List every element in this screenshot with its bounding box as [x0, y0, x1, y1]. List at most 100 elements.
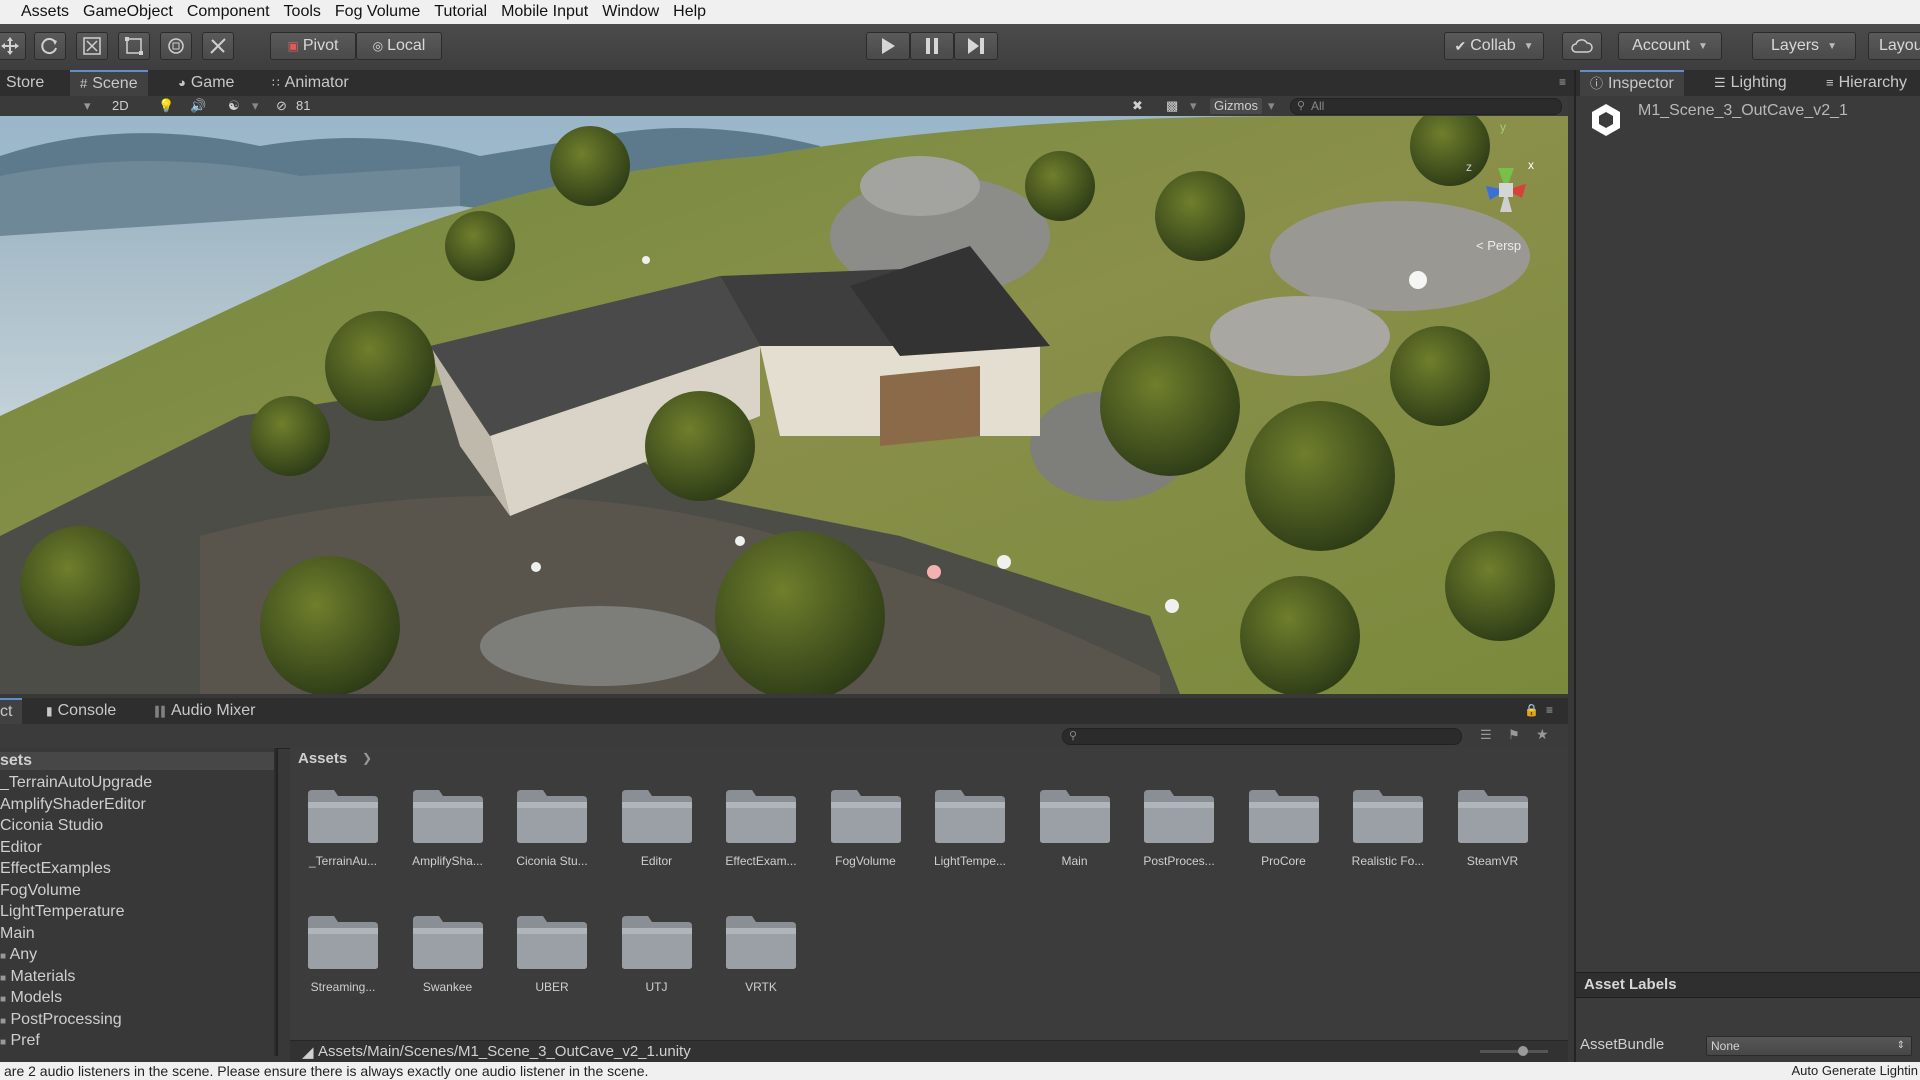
step-button[interactable]: [954, 32, 998, 60]
folder-item[interactable]: Realistic Fo...: [1343, 788, 1433, 868]
menu-mobile-input[interactable]: Mobile Input: [494, 0, 595, 24]
breadcrumb-assets[interactable]: Assets: [298, 750, 347, 767]
hierarchy-icon: ≡: [1826, 75, 1834, 90]
tree-item[interactable]: EffectExamples: [0, 860, 111, 878]
menu-tools[interactable]: Tools: [277, 0, 328, 24]
tab-project[interactable]: ct: [0, 698, 23, 724]
speaker-icon[interactable]: 🔊: [190, 98, 206, 114]
tab-asset-store[interactable]: Store: [0, 70, 54, 96]
panel-menu-icon[interactable]: ≡: [1559, 75, 1566, 89]
scene-viewport[interactable]: y x z < Persp: [0, 116, 1568, 694]
rect-tool-button[interactable]: [118, 32, 150, 60]
tree-item[interactable]: ■ Materials: [0, 968, 75, 986]
pivot-toggle[interactable]: ▣ Pivot: [270, 32, 356, 60]
tab-hierarchy[interactable]: ≡ Hierarchy: [1816, 70, 1917, 96]
menu-fog-volume[interactable]: Fog Volume: [328, 0, 427, 24]
custom-tool-button[interactable]: [202, 32, 234, 60]
tree-item[interactable]: FogVolume: [0, 882, 81, 900]
folder-item[interactable]: _TerrainAu...: [298, 788, 388, 868]
projection-toggle[interactable]: < Persp: [1476, 238, 1521, 253]
2d-toggle[interactable]: 2D: [112, 98, 129, 114]
tree-item[interactable]: LightTemperature: [0, 903, 125, 921]
tree-scrollbar[interactable]: [274, 748, 276, 1056]
tab-lighting[interactable]: ☰ Lighting: [1704, 70, 1797, 96]
asset-labels-header[interactable]: Asset Labels: [1576, 972, 1920, 998]
tree-item[interactable]: AmplifyShaderEditor: [0, 796, 146, 814]
camera-icon[interactable]: ▩: [1166, 98, 1178, 114]
folder-item[interactable]: LightTempe...: [925, 788, 1015, 868]
assetbundle-dropdown[interactable]: None ⇕: [1706, 1036, 1912, 1056]
folder-item[interactable]: EffectExam...: [716, 788, 806, 868]
tree-item[interactable]: ■ Pref: [0, 1032, 40, 1050]
hidden-objects-icon[interactable]: ⊘: [276, 98, 287, 114]
chevron-down-icon[interactable]: ▾: [84, 98, 91, 114]
local-toggle[interactable]: ◎ Local: [356, 32, 442, 60]
folder-item[interactable]: SteamVR: [1448, 788, 1538, 868]
layout-dropdown[interactable]: Layou: [1868, 32, 1920, 60]
tab-animator[interactable]: ∷ Animator: [262, 70, 359, 96]
effects-icon[interactable]: ☯: [228, 98, 240, 114]
menu-tutorial[interactable]: Tutorial: [427, 0, 494, 24]
layers-dropdown[interactable]: Layers ▼: [1752, 32, 1856, 60]
tab-label: Lighting: [1730, 74, 1787, 91]
status-message[interactable]: are 2 audio listeners in the scene. Plea…: [4, 1062, 648, 1080]
menu-component[interactable]: Component: [180, 0, 277, 24]
chevron-down-icon[interactable]: ▾: [252, 98, 259, 114]
scene-search-input[interactable]: ⚲ All: [1290, 98, 1562, 115]
menu-gameobject[interactable]: GameObject: [76, 0, 180, 24]
move-tool-button[interactable]: [0, 32, 26, 60]
tree-item[interactable]: Editor: [0, 839, 42, 857]
folder-item[interactable]: UTJ: [612, 914, 702, 994]
filter-type-icon[interactable]: ☰: [1480, 727, 1492, 743]
menu-window[interactable]: Window: [595, 0, 666, 24]
tools-icon[interactable]: ✖: [1132, 98, 1143, 114]
pause-button[interactable]: [910, 32, 954, 60]
tree-item[interactable]: _TerrainAutoUpgrade: [0, 774, 152, 792]
menu-help[interactable]: Help: [666, 0, 713, 24]
slider-thumb[interactable]: [1518, 1046, 1528, 1056]
tab-audio-mixer[interactable]: ∥∥ Audio Mixer: [144, 698, 265, 724]
folder-item[interactable]: ProCore: [1239, 788, 1329, 868]
tab-scene[interactable]: # Scene: [70, 70, 148, 96]
folder-item[interactable]: FogVolume: [821, 788, 911, 868]
lightbulb-icon[interactable]: 💡: [158, 98, 174, 114]
project-search-input[interactable]: ⚲: [1062, 728, 1462, 745]
asset-path: Assets/Main/Scenes/M1_Scene_3_OutCave_v2…: [318, 1043, 691, 1060]
play-button[interactable]: [866, 32, 910, 60]
tree-item[interactable]: Ciconia Studio: [0, 817, 103, 835]
tree-item[interactable]: ■ PostProcessing: [0, 1011, 122, 1029]
icon-size-slider[interactable]: [1480, 1046, 1548, 1056]
cloud-button[interactable]: [1562, 32, 1602, 60]
star-icon[interactable]: ★: [1536, 726, 1549, 743]
label-icon[interactable]: ⚑: [1508, 727, 1520, 743]
folder-item[interactable]: VRTK: [716, 914, 806, 994]
gizmos-dropdown[interactable]: Gizmos: [1210, 98, 1263, 114]
folder-item[interactable]: Streaming...: [298, 914, 388, 994]
lock-icon[interactable]: 🔒: [1524, 703, 1539, 717]
tab-inspector[interactable]: ⓘ Inspector: [1580, 70, 1684, 96]
tree-item[interactable]: Main: [0, 925, 35, 943]
folder-item[interactable]: PostProces...: [1134, 788, 1224, 868]
folder-item[interactable]: Main: [1030, 788, 1120, 868]
transform-icon: [168, 38, 184, 54]
tree-item[interactable]: ■ Models: [0, 989, 62, 1007]
rotate-tool-button[interactable]: [34, 32, 66, 60]
chevron-down-icon[interactable]: ▾: [1190, 98, 1197, 114]
cloud-icon: [1571, 39, 1593, 53]
menu-assets[interactable]: Assets: [14, 0, 76, 24]
panel-menu-icon[interactable]: ≡: [1546, 703, 1553, 717]
folder-item[interactable]: Swankee: [403, 914, 493, 994]
tab-console[interactable]: ▮ Console: [36, 698, 126, 724]
transform-tool-button[interactable]: [160, 32, 192, 60]
folder-item[interactable]: UBER: [507, 914, 597, 994]
folder-item[interactable]: Editor: [612, 788, 702, 868]
folder-icon: [515, 914, 589, 970]
collab-dropdown[interactable]: ✔ Collab ▼: [1444, 32, 1544, 60]
folder-item[interactable]: AmplifySha...: [403, 788, 493, 868]
folder-item[interactable]: Ciconia Stu...: [507, 788, 597, 868]
tree-item[interactable]: ■ Any: [0, 946, 37, 964]
scale-tool-button[interactable]: [76, 32, 108, 60]
tab-game[interactable]: ◕ Game: [168, 70, 244, 96]
account-dropdown[interactable]: Account ▼: [1618, 32, 1722, 60]
tree-root-assets[interactable]: sets: [0, 752, 276, 770]
